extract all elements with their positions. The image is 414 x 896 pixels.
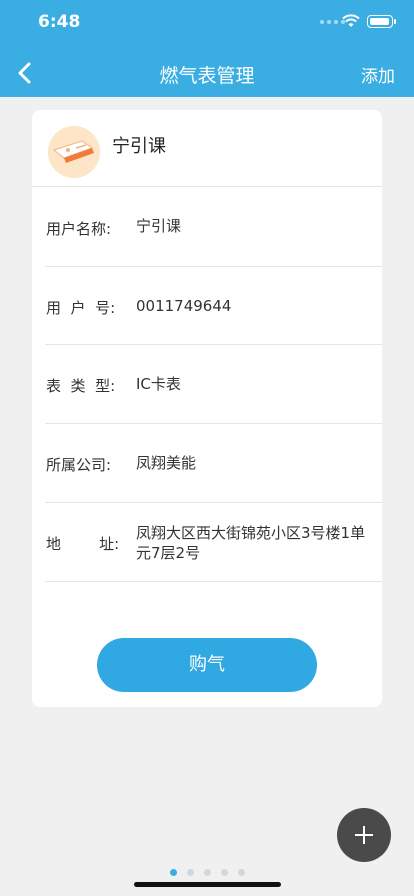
page-dot-active[interactable] <box>169 869 177 876</box>
buy-gas-button[interactable]: 购气 <box>97 638 317 692</box>
page-dot[interactable] <box>203 869 211 876</box>
page-dot[interactable] <box>186 869 194 876</box>
user-name-label: 用户名称: <box>46 220 112 238</box>
page-dot[interactable] <box>237 869 245 876</box>
user-name-header: 宁引课 <box>112 136 166 157</box>
divider <box>45 581 382 582</box>
meter-type-label: 表 类 型: <box>46 377 116 395</box>
home-indicator <box>134 882 281 887</box>
address-label: 地 址: <box>46 535 120 553</box>
page-indicator <box>0 869 414 876</box>
divider <box>45 266 382 267</box>
company-label: 所属公司: <box>46 456 112 474</box>
user-name-value: 宁引课 <box>136 217 182 235</box>
status-time: 6:48 <box>38 12 81 32</box>
account-number-label: 用 户 号: <box>46 299 116 317</box>
divider <box>32 186 382 187</box>
add-button[interactable]: 添加 <box>361 62 395 87</box>
meter-card: 宁引课 用户名称: 宁引课 用 户 号: 0011749644 表 类 型: I… <box>32 110 382 707</box>
page-title: 燃气表管理 <box>159 65 255 87</box>
page-dot[interactable] <box>220 869 228 876</box>
header-bar: 6:48 燃气表管理 添加 <box>0 0 414 97</box>
meter-type-value: IC卡表 <box>136 375 181 393</box>
gas-card-icon <box>48 126 100 178</box>
address-value: 凤翔大区西大街锦苑小区3号楼1单元7层2号 <box>136 524 366 562</box>
avatar <box>48 126 100 178</box>
add-fab-plus-icon[interactable] <box>337 808 391 862</box>
divider <box>45 502 382 503</box>
battery-icon <box>367 15 396 28</box>
account-number-value: 0011749644 <box>136 297 232 315</box>
divider <box>45 423 382 424</box>
divider <box>45 344 382 345</box>
wifi-icon <box>342 14 360 27</box>
company-value: 凤翔美能 <box>136 454 197 472</box>
